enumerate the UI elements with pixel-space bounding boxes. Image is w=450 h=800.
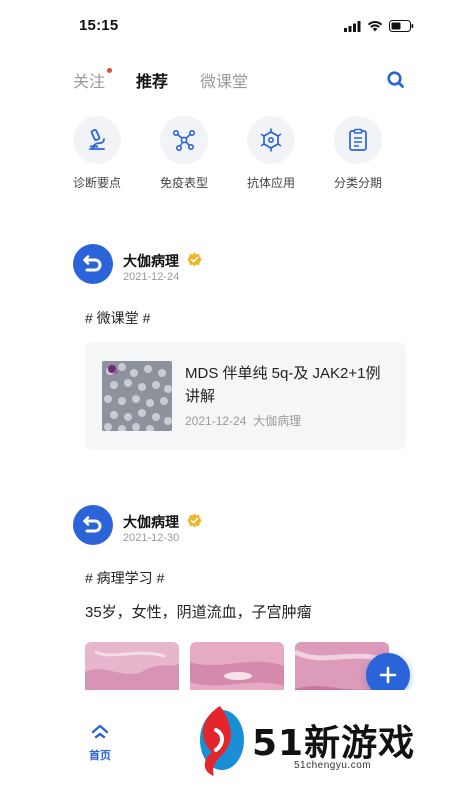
post-title[interactable]: 35岁，女性，阴道流血，子宫肿瘤 <box>85 601 312 622</box>
watermark-brand: 51新游戏 <box>252 723 416 764</box>
microscope-icon <box>89 129 105 150</box>
course-source: 大伽病理 <box>253 414 302 428</box>
quick-link-label: 免疫表型 <box>159 176 208 190</box>
blood-smear-image <box>102 361 172 431</box>
status-time: 15:15 <box>79 17 119 34</box>
course-card[interactable]: MDS 伴单纯 5q-及 JAK2+1例讲解 2021-12-24 大伽病理 <box>85 342 406 450</box>
status-bar: 15:15 <box>0 0 450 52</box>
feed-tabs: 关注 推荐 微课堂 <box>0 62 450 98</box>
quick-link-label: 分类分期 <box>333 176 382 190</box>
battery-icon <box>389 20 414 32</box>
course-thumbnail <box>102 361 172 431</box>
nav-home[interactable]: 首页 <box>73 724 127 763</box>
author-name[interactable]: 大伽病理 <box>123 251 179 271</box>
quick-link-label: 诊断要点 <box>72 176 121 190</box>
verified-badge-icon <box>187 513 202 528</box>
watermark-url: 51chengyu.com <box>294 760 372 771</box>
author-name[interactable]: 大伽病理 <box>123 512 179 532</box>
post-hashtag[interactable]: # 病理学习 # <box>85 568 164 588</box>
watermark-logo-icon <box>200 706 244 776</box>
course-date: 2021-12-24 <box>185 414 247 428</box>
site-watermark: 51新游戏 51chengyu.com <box>190 700 430 780</box>
avatar[interactable] <box>73 244 113 284</box>
quick-links: 诊断要点 免疫表型 抗体应用 分类分期 <box>0 116 450 196</box>
quick-link-immunophenotype[interactable]: 免疫表型 <box>146 116 222 191</box>
molecule-icon <box>172 129 195 151</box>
nav-home-label: 首页 <box>89 750 111 762</box>
quick-link-label: 抗体应用 <box>246 176 295 190</box>
verified-badge-icon <box>187 252 202 267</box>
brand-logo-icon <box>83 255 102 272</box>
tab-follow[interactable]: 关注 <box>73 68 105 92</box>
home-icon <box>91 724 109 739</box>
unread-dot <box>107 68 112 73</box>
course-title: MDS 伴单纯 5q-及 JAK2+1例讲解 <box>185 365 381 405</box>
post-hashtag[interactable]: # 微课堂 # <box>85 308 150 328</box>
quick-link-classification[interactable]: 分类分期 <box>320 116 396 191</box>
quick-link-diagnosis[interactable]: 诊断要点 <box>59 116 135 191</box>
wifi-icon <box>367 21 383 32</box>
plus-icon <box>379 666 397 684</box>
quick-link-antibody[interactable]: 抗体应用 <box>233 116 309 191</box>
avatar[interactable] <box>73 505 113 545</box>
antibody-icon <box>260 128 282 152</box>
course-meta: 2021-12-24 大伽病理 <box>185 412 301 429</box>
post-date: 2021-12-30 <box>123 532 180 544</box>
brand-logo-icon <box>83 516 102 533</box>
status-icons <box>344 20 414 32</box>
search-icon[interactable] <box>386 70 406 90</box>
post-date: 2021-12-24 <box>123 271 180 283</box>
tab-recommend[interactable]: 推荐 <box>136 68 168 92</box>
clipboard-icon <box>349 128 367 151</box>
tab-microclass[interactable]: 微课堂 <box>200 68 248 92</box>
signal-icon <box>344 20 361 32</box>
